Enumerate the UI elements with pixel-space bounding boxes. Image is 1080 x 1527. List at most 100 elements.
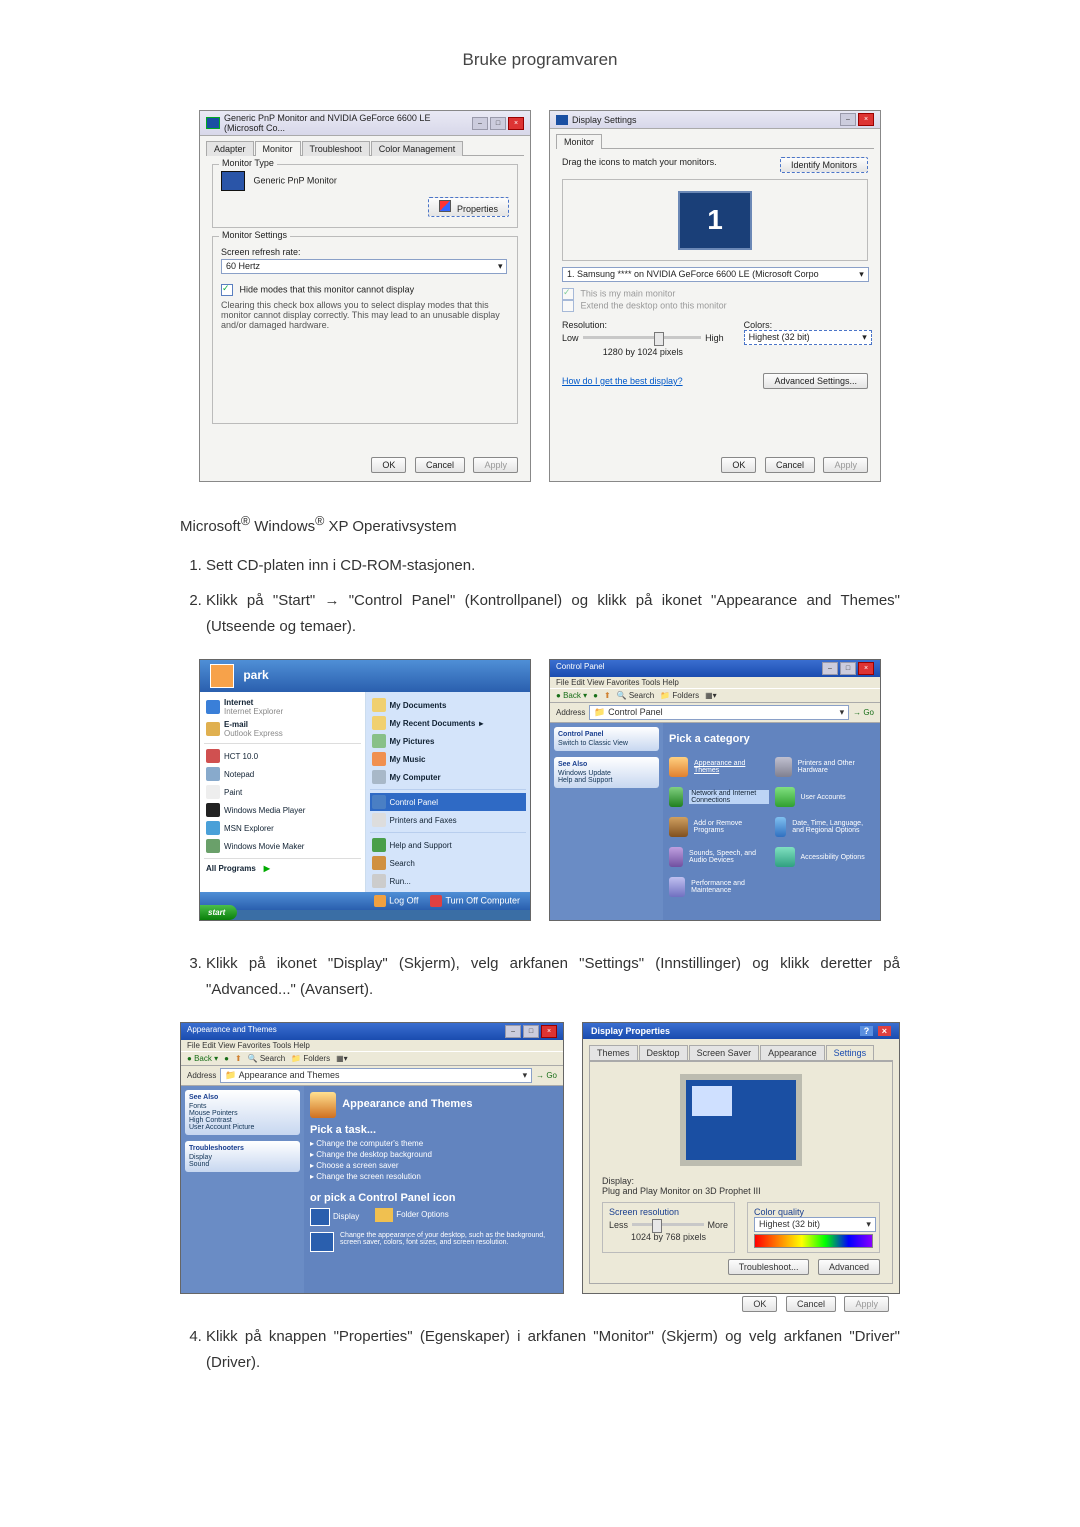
category-performance[interactable]: Performance and Maintenance: [669, 877, 769, 897]
monitor-thumbnail-1[interactable]: 1: [678, 191, 752, 250]
close-icon[interactable]: ×: [541, 1025, 557, 1038]
go-button[interactable]: → Go: [536, 1071, 557, 1080]
my-documents-item[interactable]: My Documents: [370, 696, 527, 714]
address-input[interactable]: 📁 Control Panel▾: [589, 705, 849, 720]
resolution-slider[interactable]: [583, 336, 702, 339]
sidebar-link[interactable]: High Contrast: [189, 1117, 296, 1124]
go-button[interactable]: → Go: [853, 708, 874, 717]
shutdown-button[interactable]: Turn Off Computer: [430, 895, 520, 907]
category-appearance[interactable]: Appearance and Themes: [669, 757, 769, 777]
color-quality-select[interactable]: Highest (32 bit)▾: [754, 1217, 876, 1232]
task-link[interactable]: ▸ Change the computer's theme: [310, 1138, 557, 1149]
minimize-icon[interactable]: –: [822, 662, 838, 675]
help-item[interactable]: Help and Support: [370, 836, 527, 854]
tab-adapter[interactable]: Adapter: [206, 141, 254, 156]
best-display-link[interactable]: How do I get the best display?: [562, 376, 683, 386]
cancel-button[interactable]: Cancel: [765, 457, 815, 473]
category-accessibility[interactable]: Accessibility Options: [775, 847, 875, 867]
ok-button[interactable]: OK: [371, 457, 406, 473]
advanced-button[interactable]: Advanced: [818, 1259, 880, 1275]
logoff-button[interactable]: Log Off: [374, 895, 418, 907]
help-icon[interactable]: ?: [860, 1026, 874, 1036]
properties-button[interactable]: Properties: [428, 197, 509, 217]
minimize-icon[interactable]: –: [505, 1025, 521, 1038]
my-pictures-item[interactable]: My Pictures: [370, 732, 527, 750]
internet-item[interactable]: InternetInternet Explorer: [204, 696, 361, 718]
category-printers[interactable]: Printers and Other Hardware: [775, 757, 875, 777]
address-input[interactable]: 📁 Appearance and Themes▾: [220, 1068, 532, 1083]
display-icon-item[interactable]: Display: [310, 1208, 359, 1226]
cancel-button[interactable]: Cancel: [415, 457, 465, 473]
forward-button[interactable]: ●: [593, 691, 598, 700]
run-item[interactable]: Run...: [370, 872, 527, 890]
start-button[interactable]: start: [200, 905, 237, 920]
category-add-remove[interactable]: Add or Remove Programs: [669, 817, 769, 837]
search-button[interactable]: 🔍 Search: [248, 1054, 286, 1063]
switch-classic-link[interactable]: Switch to Classic View: [558, 740, 655, 747]
folders-button[interactable]: 📁 Folders: [291, 1054, 330, 1063]
tab-monitor[interactable]: Monitor: [556, 134, 602, 149]
maximize-icon[interactable]: □: [840, 662, 856, 675]
sidebar-link[interactable]: User Account Picture: [189, 1124, 296, 1131]
program-item[interactable]: Paint: [204, 783, 361, 801]
up-icon[interactable]: ⬆: [604, 691, 611, 700]
program-item[interactable]: Windows Movie Maker: [204, 837, 361, 855]
all-programs-item[interactable]: All Programs ▶: [204, 862, 361, 875]
sidebar-link[interactable]: Sound: [189, 1161, 296, 1168]
display-device-select[interactable]: 1. Samsung **** on NVIDIA GeForce 6600 L…: [562, 267, 869, 282]
sidebar-link[interactable]: Fonts: [189, 1103, 296, 1110]
menu-bar[interactable]: File Edit View Favorites Tools Help: [550, 677, 880, 688]
program-item[interactable]: Notepad: [204, 765, 361, 783]
close-icon[interactable]: ×: [878, 1026, 891, 1036]
program-item[interactable]: Windows Media Player: [204, 801, 361, 819]
tab-appearance[interactable]: Appearance: [760, 1045, 825, 1060]
task-link[interactable]: ▸ Choose a screen saver: [310, 1160, 557, 1171]
search-button[interactable]: 🔍 Search: [617, 691, 655, 700]
tab-desktop[interactable]: Desktop: [639, 1045, 688, 1060]
my-music-item[interactable]: My Music: [370, 750, 527, 768]
sidebar-link[interactable]: Help and Support: [558, 777, 655, 784]
resolution-slider[interactable]: [632, 1223, 703, 1226]
refresh-rate-select[interactable]: 60 Hertz ▾: [221, 259, 507, 274]
tab-settings[interactable]: Settings: [826, 1045, 875, 1060]
menu-bar[interactable]: File Edit View Favorites Tools Help: [181, 1040, 563, 1051]
category-date-time[interactable]: Date, Time, Language, and Regional Optio…: [775, 817, 875, 837]
tab-screensaver[interactable]: Screen Saver: [689, 1045, 760, 1060]
close-icon[interactable]: ×: [858, 662, 874, 675]
folder-options-item[interactable]: Folder Options: [375, 1208, 448, 1226]
views-icon[interactable]: ▦▾: [336, 1054, 348, 1063]
task-link[interactable]: ▸ Change the desktop background: [310, 1149, 557, 1160]
minimize-icon[interactable]: –: [840, 113, 856, 126]
up-icon[interactable]: ⬆: [235, 1054, 242, 1063]
colors-select[interactable]: Highest (32 bit) ▾: [744, 330, 872, 345]
maximize-icon[interactable]: □: [490, 117, 506, 130]
program-item[interactable]: MSN Explorer: [204, 819, 361, 837]
ok-button[interactable]: OK: [721, 457, 756, 473]
advanced-settings-button[interactable]: Advanced Settings...: [763, 373, 868, 389]
printers-item[interactable]: Printers and Faxes: [370, 811, 527, 829]
apply-button[interactable]: Apply: [473, 457, 518, 473]
tab-monitor[interactable]: Monitor: [255, 141, 301, 156]
views-icon[interactable]: ▦▾: [705, 691, 717, 700]
my-computer-item[interactable]: My Computer: [370, 768, 527, 786]
sidebar-link[interactable]: Display: [189, 1154, 296, 1161]
close-icon[interactable]: ×: [508, 117, 524, 130]
tab-color-management[interactable]: Color Management: [371, 141, 464, 156]
maximize-icon[interactable]: □: [523, 1025, 539, 1038]
minimize-icon[interactable]: –: [472, 117, 488, 130]
tab-troubleshoot[interactable]: Troubleshoot: [302, 141, 370, 156]
back-button[interactable]: ● Back ▾: [556, 691, 587, 700]
tab-themes[interactable]: Themes: [589, 1045, 638, 1060]
troubleshoot-button[interactable]: Troubleshoot...: [728, 1259, 810, 1275]
hide-modes-checkbox[interactable]: [221, 284, 233, 296]
category-network[interactable]: Network and Internet Connections: [669, 787, 769, 807]
forward-button[interactable]: ●: [224, 1054, 229, 1063]
apply-button[interactable]: Apply: [823, 457, 868, 473]
recent-documents-item[interactable]: My Recent Documents ▸: [370, 714, 527, 732]
monitor-layout-area[interactable]: 1: [562, 179, 868, 261]
control-panel-item[interactable]: Control Panel: [370, 793, 527, 811]
back-button[interactable]: ● Back ▾: [187, 1054, 218, 1063]
category-sounds[interactable]: Sounds, Speech, and Audio Devices: [669, 847, 769, 867]
cancel-button[interactable]: Cancel: [786, 1296, 836, 1312]
folders-button[interactable]: 📁 Folders: [660, 691, 699, 700]
